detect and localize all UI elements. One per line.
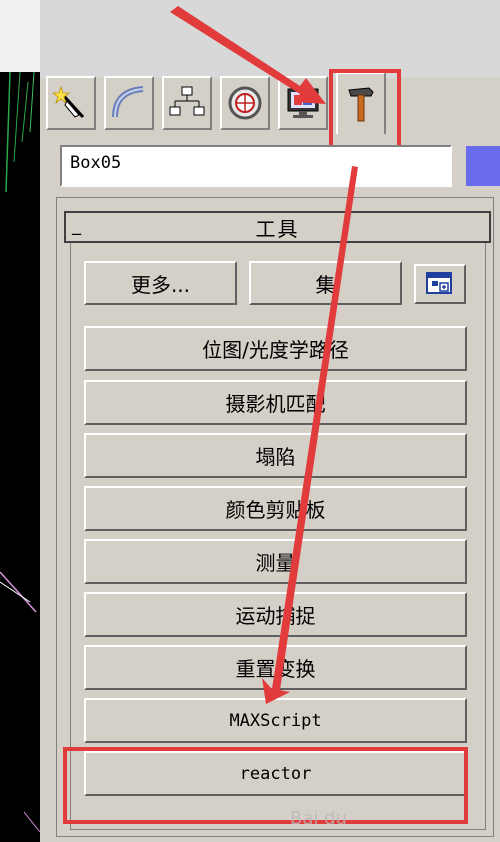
sets-button[interactable]: 集 xyxy=(249,261,402,305)
wheel-icon xyxy=(228,86,262,120)
viewport-canvas[interactable] xyxy=(0,72,40,842)
utilities-tab-highlight xyxy=(329,69,401,151)
utilities-rollout-header[interactable]: _ 工具 xyxy=(64,211,491,243)
configure-sets-button[interactable] xyxy=(414,264,466,304)
create-tab[interactable] xyxy=(46,76,96,130)
viewport-wireframe xyxy=(0,72,40,833)
motion-tab[interactable] xyxy=(220,76,270,130)
object-name-field[interactable]: Box05 xyxy=(60,145,452,187)
bitmap-photometric-paths-button[interactable]: 位图/光度学路径 xyxy=(84,326,467,371)
maxscript-button[interactable]: MAXScript xyxy=(84,698,467,743)
monitor-icon xyxy=(287,88,319,118)
hierarchy-icon xyxy=(169,86,205,116)
magic-wand-icon xyxy=(53,85,85,119)
measure-button[interactable]: 测量 xyxy=(84,539,467,584)
hierarchy-tab[interactable] xyxy=(162,76,212,130)
collapse-button[interactable]: 塌陷 xyxy=(84,433,467,478)
viewport-area xyxy=(0,0,40,842)
bend-curve-icon xyxy=(112,86,144,118)
camera-match-button[interactable]: 摄影机匹配 xyxy=(84,380,467,425)
collapse-icon: _ xyxy=(72,215,81,236)
object-color-swatch[interactable] xyxy=(466,146,500,186)
modify-tab[interactable] xyxy=(104,76,154,130)
reset-xform-button[interactable]: 重置变换 xyxy=(84,645,467,690)
top-strip xyxy=(40,0,500,78)
configure-sets-icon xyxy=(426,272,452,294)
watermark: Bai du xyxy=(290,808,347,829)
motion-capture-button[interactable]: 运动捕捉 xyxy=(84,592,467,637)
display-tab[interactable] xyxy=(278,76,328,130)
reactor-highlight xyxy=(63,747,468,824)
color-clipboard-button[interactable]: 颜色剪贴板 xyxy=(84,486,467,531)
rollout-title: 工具 xyxy=(255,216,300,241)
more-button[interactable]: 更多... xyxy=(84,261,237,305)
